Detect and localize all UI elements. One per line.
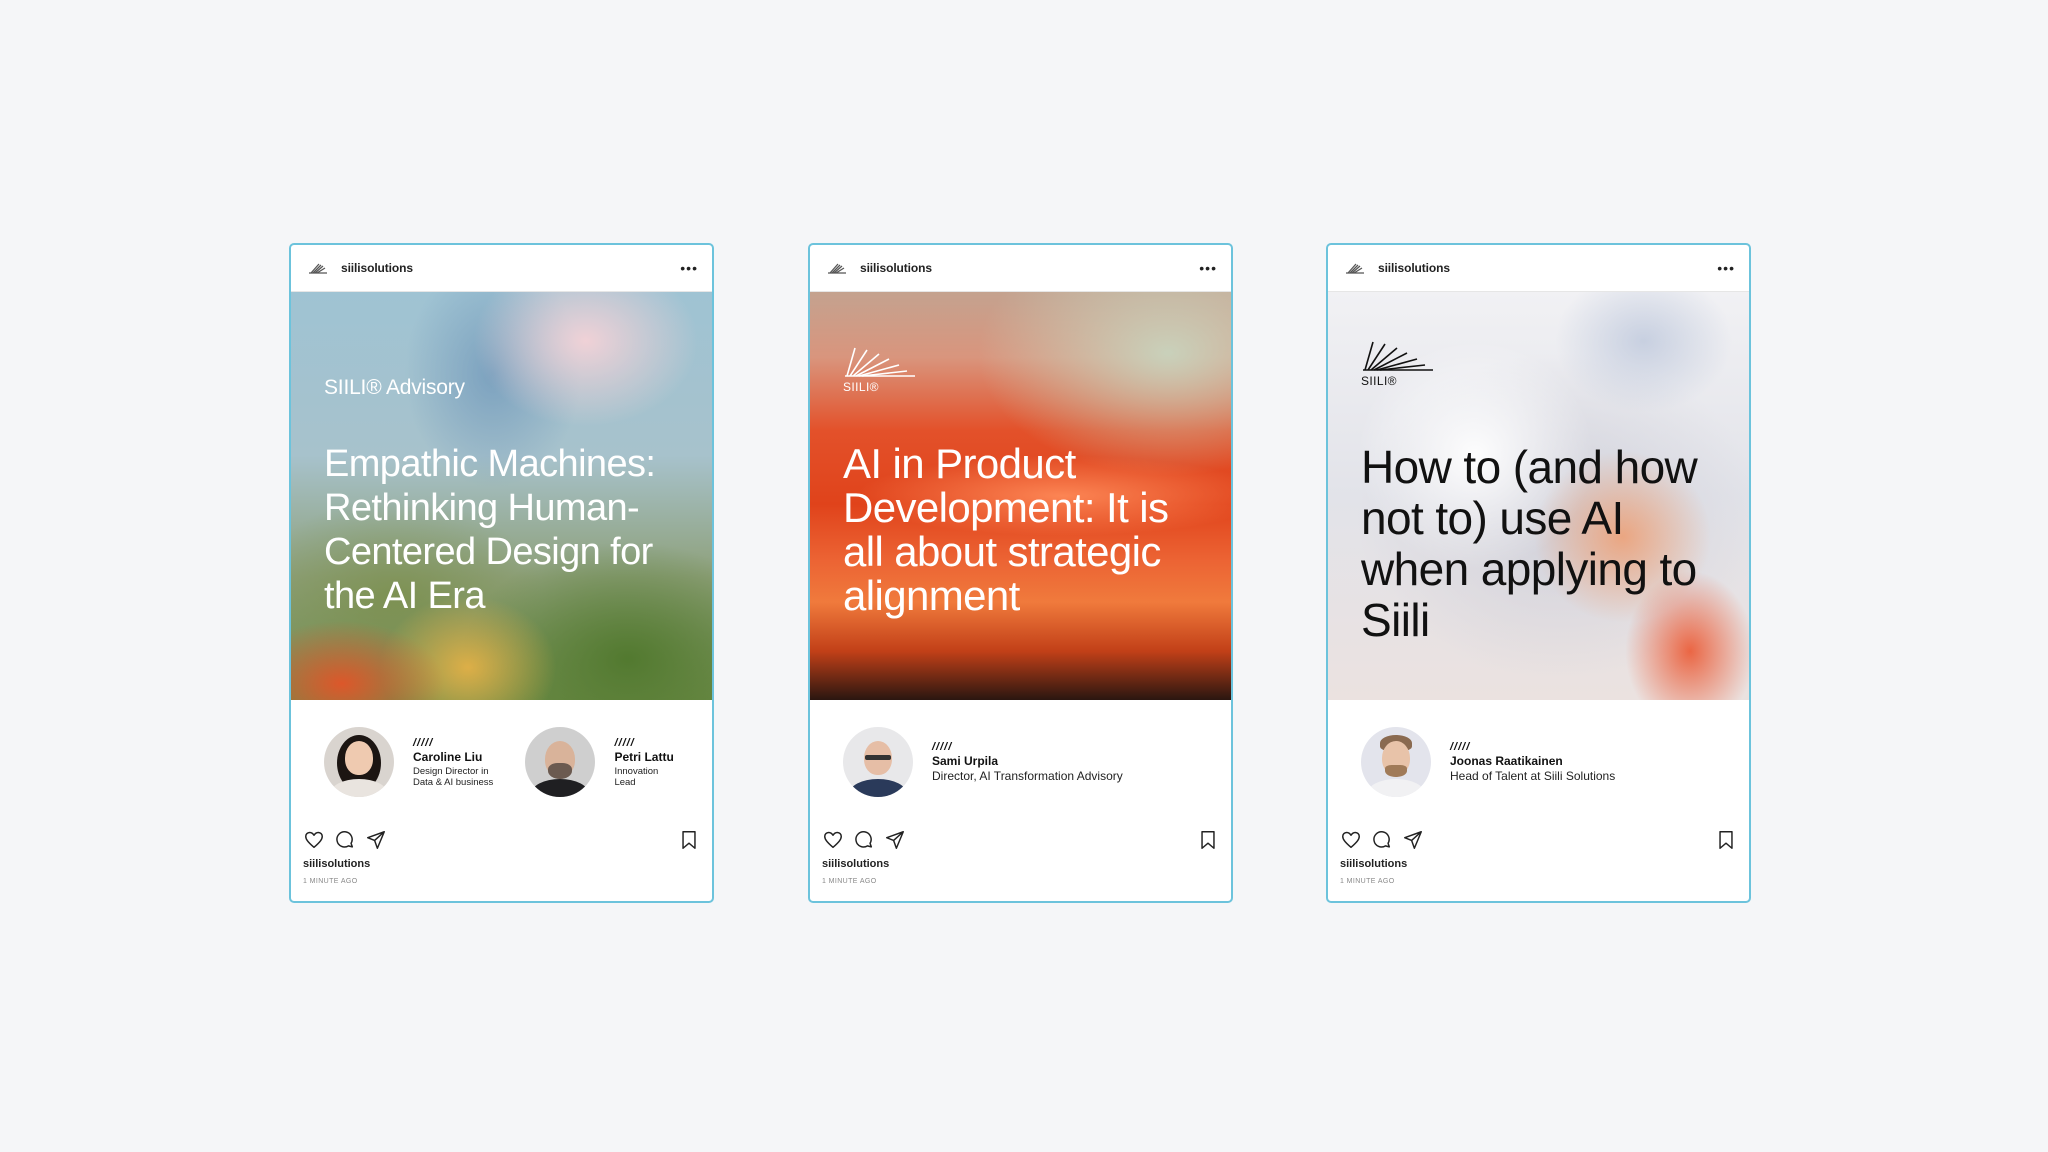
instagram-post-card: siilisolutions ••• SIILI® Advisory Empat… <box>289 243 714 903</box>
instagram-post-card: siilisolutions ••• SIILI® AI in Product … <box>808 243 1233 903</box>
more-options-icon[interactable]: ••• <box>1717 261 1735 275</box>
author-marker: ///// <box>932 741 953 753</box>
action-bar <box>291 826 712 854</box>
author-name: Sami Urpila <box>932 754 999 768</box>
send-icon[interactable] <box>1402 829 1424 851</box>
siili-rays-icon <box>1363 341 1433 371</box>
avatar <box>1361 727 1431 797</box>
post-image[interactable]: SIILI® AI in Product Development: It is … <box>810 292 1231 700</box>
author-name: Petri Lattu <box>614 749 674 764</box>
footer-username-link[interactable]: siilisolutions <box>1328 858 1749 870</box>
send-icon[interactable] <box>365 829 387 851</box>
bookmark-icon[interactable] <box>1715 829 1737 851</box>
post-image[interactable]: SIILI® Advisory Empathic Machines: Rethi… <box>291 292 712 700</box>
author-block: ///// Petri Lattu Innovation Lead <box>525 727 679 797</box>
author-marker: ///// <box>614 736 635 749</box>
author-marker: ///// <box>1450 741 1471 753</box>
footer-username-link[interactable]: siilisolutions <box>810 858 1231 870</box>
post-actions: siilisolutions 1 MINUTE AGO <box>291 826 712 885</box>
post-header: siilisolutions ••• <box>810 245 1231 292</box>
brand-mark-label: SIILI® <box>843 380 879 394</box>
author-role: Innovation Lead <box>614 765 659 788</box>
author-block: ///// Caroline Liu Design Director in Da… <box>324 727 501 797</box>
post-timestamp: 1 MINUTE AGO <box>303 878 358 885</box>
footer-username-link[interactable]: siilisolutions <box>291 858 712 870</box>
author-text: ///// Petri Lattu Innovation Lead <box>614 737 679 788</box>
post-headline: AI in Product Development: It is all abo… <box>843 440 1169 619</box>
send-icon[interactable] <box>884 829 906 851</box>
bookmark-icon[interactable] <box>678 829 700 851</box>
siili-logo-icon <box>1346 263 1364 274</box>
siili-brand-mark: SIILI® <box>843 344 917 394</box>
avatar <box>525 727 596 797</box>
author-name: Joonas Raatikainen <box>1450 754 1563 768</box>
post-image[interactable]: SIILI® How to (and how not to) use AI wh… <box>1328 292 1749 700</box>
siili-logo-icon <box>828 263 846 274</box>
post-actions: siilisolutions 1 MINUTE AGO <box>810 826 1231 885</box>
author-strip: ///// Caroline Liu Design Director in Da… <box>291 700 712 824</box>
instagram-post-card: siilisolutions ••• SIILI® How to (and ho… <box>1326 243 1751 903</box>
action-bar <box>810 826 1231 854</box>
more-options-icon[interactable]: ••• <box>1199 261 1217 275</box>
author-name: Caroline Liu <box>413 749 483 764</box>
siili-logo-icon <box>309 263 327 274</box>
bookmark-icon[interactable] <box>1197 829 1219 851</box>
action-bar <box>1328 826 1749 854</box>
author-role: Design Director in Data & AI business <box>413 765 494 788</box>
comment-icon[interactable] <box>1371 829 1393 851</box>
post-actions: siilisolutions 1 MINUTE AGO <box>1328 826 1749 885</box>
brand-mark-label: SIILI® <box>1361 374 1397 388</box>
brand-wordmark: SIILI® Advisory <box>324 376 465 399</box>
username-link[interactable]: siilisolutions <box>341 261 680 275</box>
author-block: ///// Joonas Raatikainen Head of Talent … <box>1361 727 1615 797</box>
siili-rays-icon <box>845 347 915 377</box>
siili-brand-mark: SIILI® <box>1361 338 1435 388</box>
post-headline: Empathic Machines: Rethinking Human-Cent… <box>324 443 656 617</box>
heart-icon[interactable] <box>822 829 844 851</box>
heart-icon[interactable] <box>303 829 325 851</box>
post-header: siilisolutions ••• <box>291 245 712 292</box>
author-text: ///// Sami Urpila Director, AI Transform… <box>932 741 1123 783</box>
avatar <box>843 727 913 797</box>
heart-icon[interactable] <box>1340 829 1362 851</box>
author-role: Director, AI Transformation Advisory <box>932 769 1123 783</box>
more-options-icon[interactable]: ••• <box>680 261 698 275</box>
author-marker: ///// <box>413 736 434 749</box>
author-strip: ///// Sami Urpila Director, AI Transform… <box>810 700 1231 824</box>
username-link[interactable]: siilisolutions <box>1378 261 1717 275</box>
comment-icon[interactable] <box>334 829 356 851</box>
comment-icon[interactable] <box>853 829 875 851</box>
post-timestamp: 1 MINUTE AGO <box>1340 878 1395 885</box>
avatar <box>324 727 394 797</box>
username-link[interactable]: siilisolutions <box>860 261 1199 275</box>
post-headline: How to (and how not to) use AI when appl… <box>1361 441 1698 646</box>
author-block: ///// Sami Urpila Director, AI Transform… <box>843 727 1123 797</box>
author-role: Head of Talent at Siili Solutions <box>1450 769 1616 783</box>
author-text: ///// Caroline Liu Design Director in Da… <box>413 737 501 788</box>
author-strip: ///// Joonas Raatikainen Head of Talent … <box>1328 700 1749 824</box>
post-header: siilisolutions ••• <box>1328 245 1749 292</box>
author-text: ///// Joonas Raatikainen Head of Talent … <box>1450 741 1615 783</box>
post-timestamp: 1 MINUTE AGO <box>822 878 877 885</box>
